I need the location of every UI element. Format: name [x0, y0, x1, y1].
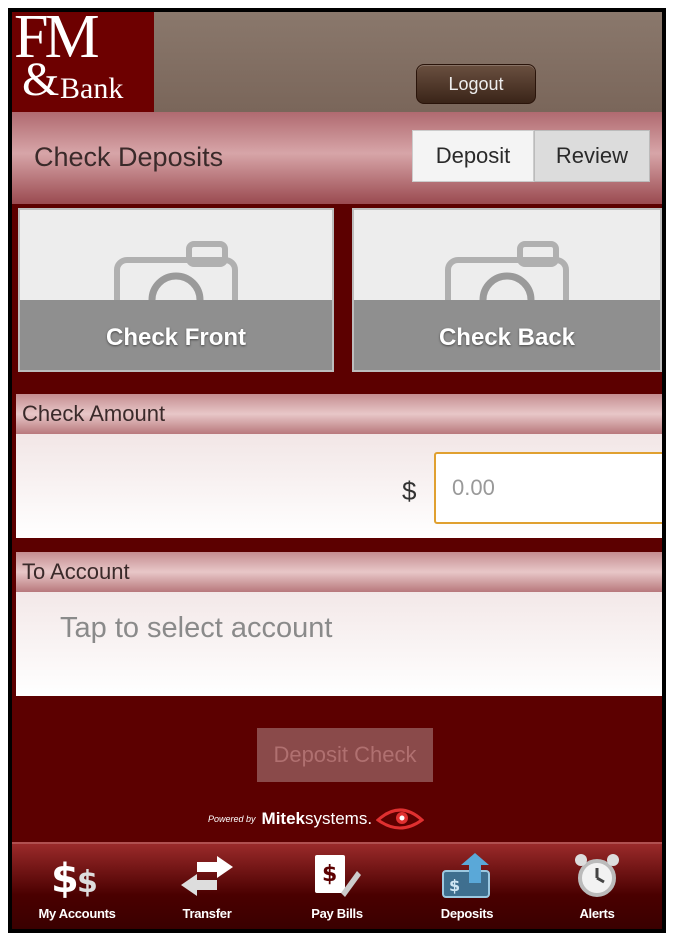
alarm-clock-icon	[575, 854, 619, 897]
transfer-arrows-icon	[181, 856, 233, 896]
to-account-header: To Account	[16, 552, 662, 592]
bank-logo: FM & Bank	[12, 12, 154, 112]
svg-text:$: $	[449, 876, 460, 895]
device-frame: FM & Bank Logout Check Deposits Deposit …	[8, 8, 666, 933]
tab-deposits[interactable]: $ Deposits	[402, 844, 532, 929]
svg-text:$: $	[322, 862, 337, 887]
logo-bank: Bank	[60, 72, 124, 105]
check-amount-header: Check Amount	[16, 394, 662, 434]
check-front-capture[interactable]: Check Front	[18, 208, 334, 372]
tab-label: My Accounts	[38, 906, 116, 921]
mitek-eye-icon	[376, 808, 425, 830]
dollar-signs-icon: $ $	[51, 856, 98, 898]
pay-bills-icon: $	[315, 855, 361, 897]
mitek-brand-light: systems.	[305, 809, 373, 828]
check-amount-input[interactable]	[434, 452, 662, 524]
tab-label: Transfer	[182, 906, 232, 921]
tab-alerts[interactable]: Alerts	[532, 844, 662, 929]
tab-pay-bills[interactable]: $ Pay Bills	[272, 844, 402, 929]
logout-button[interactable]: Logout	[416, 64, 536, 104]
tab-deposit[interactable]: Deposit	[412, 130, 534, 182]
tab-label: Alerts	[579, 906, 615, 921]
tab-label: Pay Bills	[311, 906, 363, 921]
logo-ampersand: &	[22, 53, 60, 106]
tab-label: Deposits	[440, 906, 494, 921]
tab-my-accounts[interactable]: $ $ My Accounts	[12, 844, 142, 929]
account-selector[interactable]: Tap to select account	[16, 592, 662, 696]
currency-symbol: $	[402, 476, 417, 506]
svg-text:$: $	[77, 865, 98, 898]
check-front-label: Check Front	[105, 324, 246, 351]
mitek-brand-bold: Mitek	[261, 809, 305, 828]
account-prompt: Tap to select account	[60, 612, 333, 644]
powered-by-prefix: Powered by	[208, 814, 256, 824]
tab-review[interactable]: Review	[534, 130, 650, 182]
check-back-capture[interactable]: Check Back	[352, 208, 662, 372]
page-title: Check Deposits	[34, 142, 224, 172]
check-amount-row: $	[16, 434, 662, 538]
title-bar: Check Deposits Deposit Review	[12, 112, 662, 204]
check-back-label: Check Back	[438, 324, 576, 351]
deposit-check-button[interactable]: Deposit Check	[257, 728, 433, 782]
svg-text:$: $	[51, 856, 79, 898]
app-screen: FM & Bank Logout Check Deposits Deposit …	[12, 12, 662, 929]
deposit-icon: $	[442, 853, 490, 898]
header: FM & Bank Logout	[12, 12, 662, 112]
tab-transfer[interactable]: Transfer	[142, 844, 272, 929]
powered-by-mitek: Powered by Mitek systems.	[208, 804, 425, 834]
bottom-tab-bar: $ $ My Accounts Transfer $ Pay Bills $ D…	[12, 842, 662, 929]
